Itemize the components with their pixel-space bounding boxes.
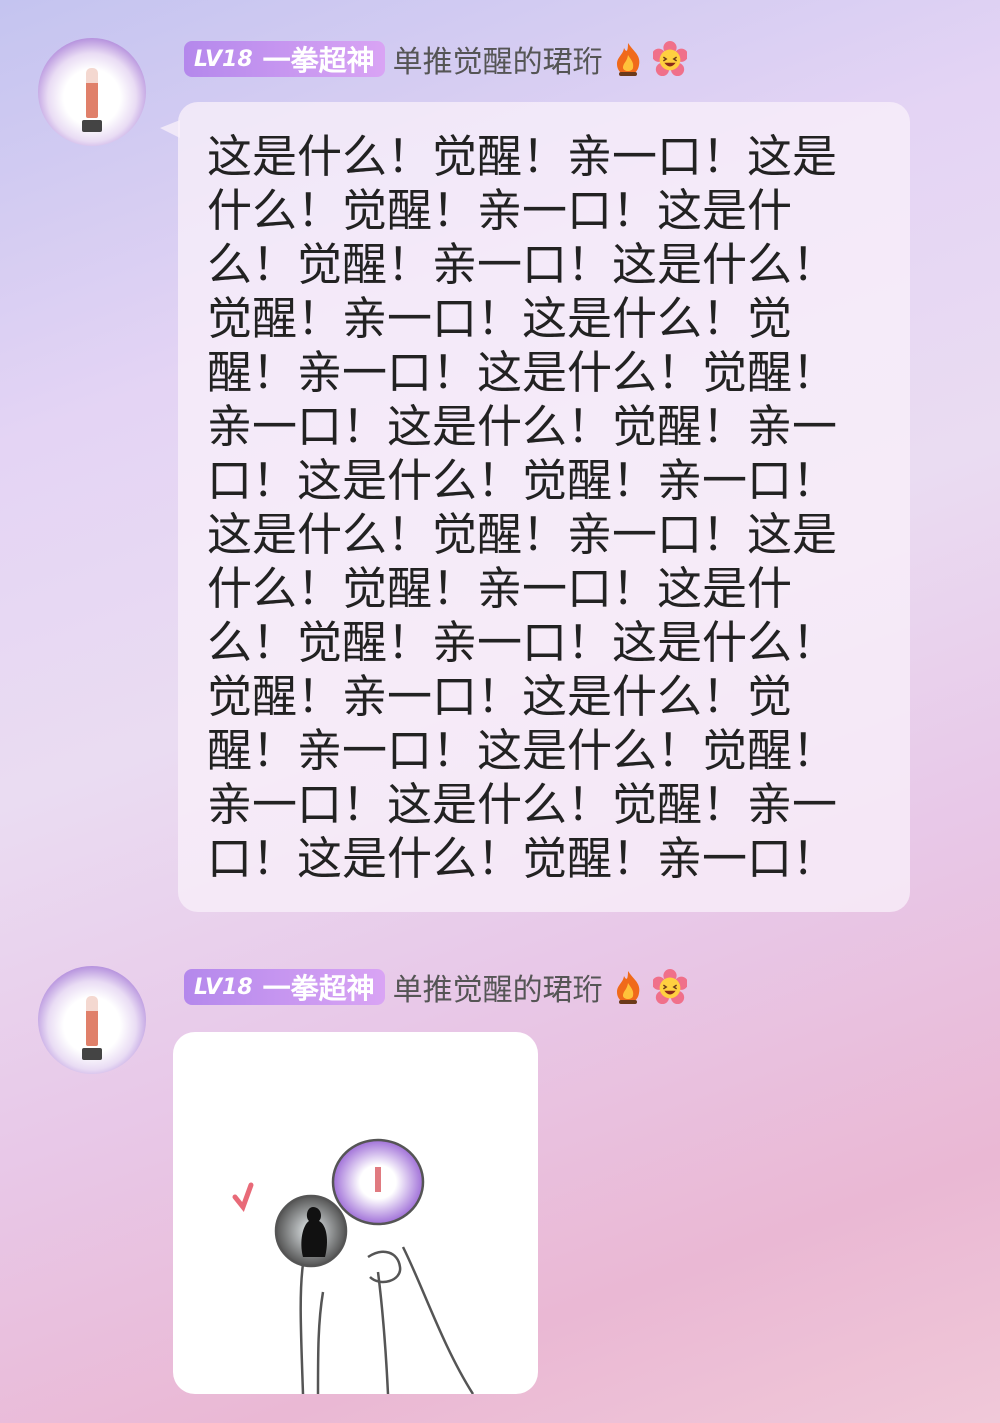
level-badge[interactable]: LV18 一拳超神 — [184, 969, 385, 1005]
level-text: LV18 — [194, 46, 253, 72]
badge-title: 一拳超神 — [262, 972, 375, 1005]
flower-laughing-icon — [652, 969, 687, 1004]
sender-header: LV18 一拳超神 单推觉醒的珺珩 — [184, 37, 687, 81]
sketch-image — [232, 1138, 475, 1394]
badge-title: 一拳超神 — [262, 44, 375, 77]
avatar[interactable] — [38, 966, 146, 1074]
sender-name[interactable]: 单推觉醒的珺珩 — [393, 965, 603, 1009]
avatar[interactable] — [38, 38, 146, 146]
fire-icon — [616, 43, 639, 76]
sender-header: LV18 一拳超神 单推觉醒的珺珩 — [184, 965, 687, 1009]
fire-icon — [616, 971, 639, 1004]
image-message[interactable] — [173, 1032, 538, 1394]
bubble-tail — [160, 120, 180, 138]
level-text: LV18 — [194, 974, 253, 1000]
level-badge[interactable]: LV18 一拳超神 — [184, 41, 385, 77]
sender-name[interactable]: 单推觉醒的珺珩 — [393, 37, 603, 81]
message-text: 这是什么！觉醒！亲一口！这是什么！觉醒！亲一口！这是什么！觉醒！亲一口！这是什么… — [207, 130, 838, 885]
flower-laughing-icon — [652, 41, 687, 76]
